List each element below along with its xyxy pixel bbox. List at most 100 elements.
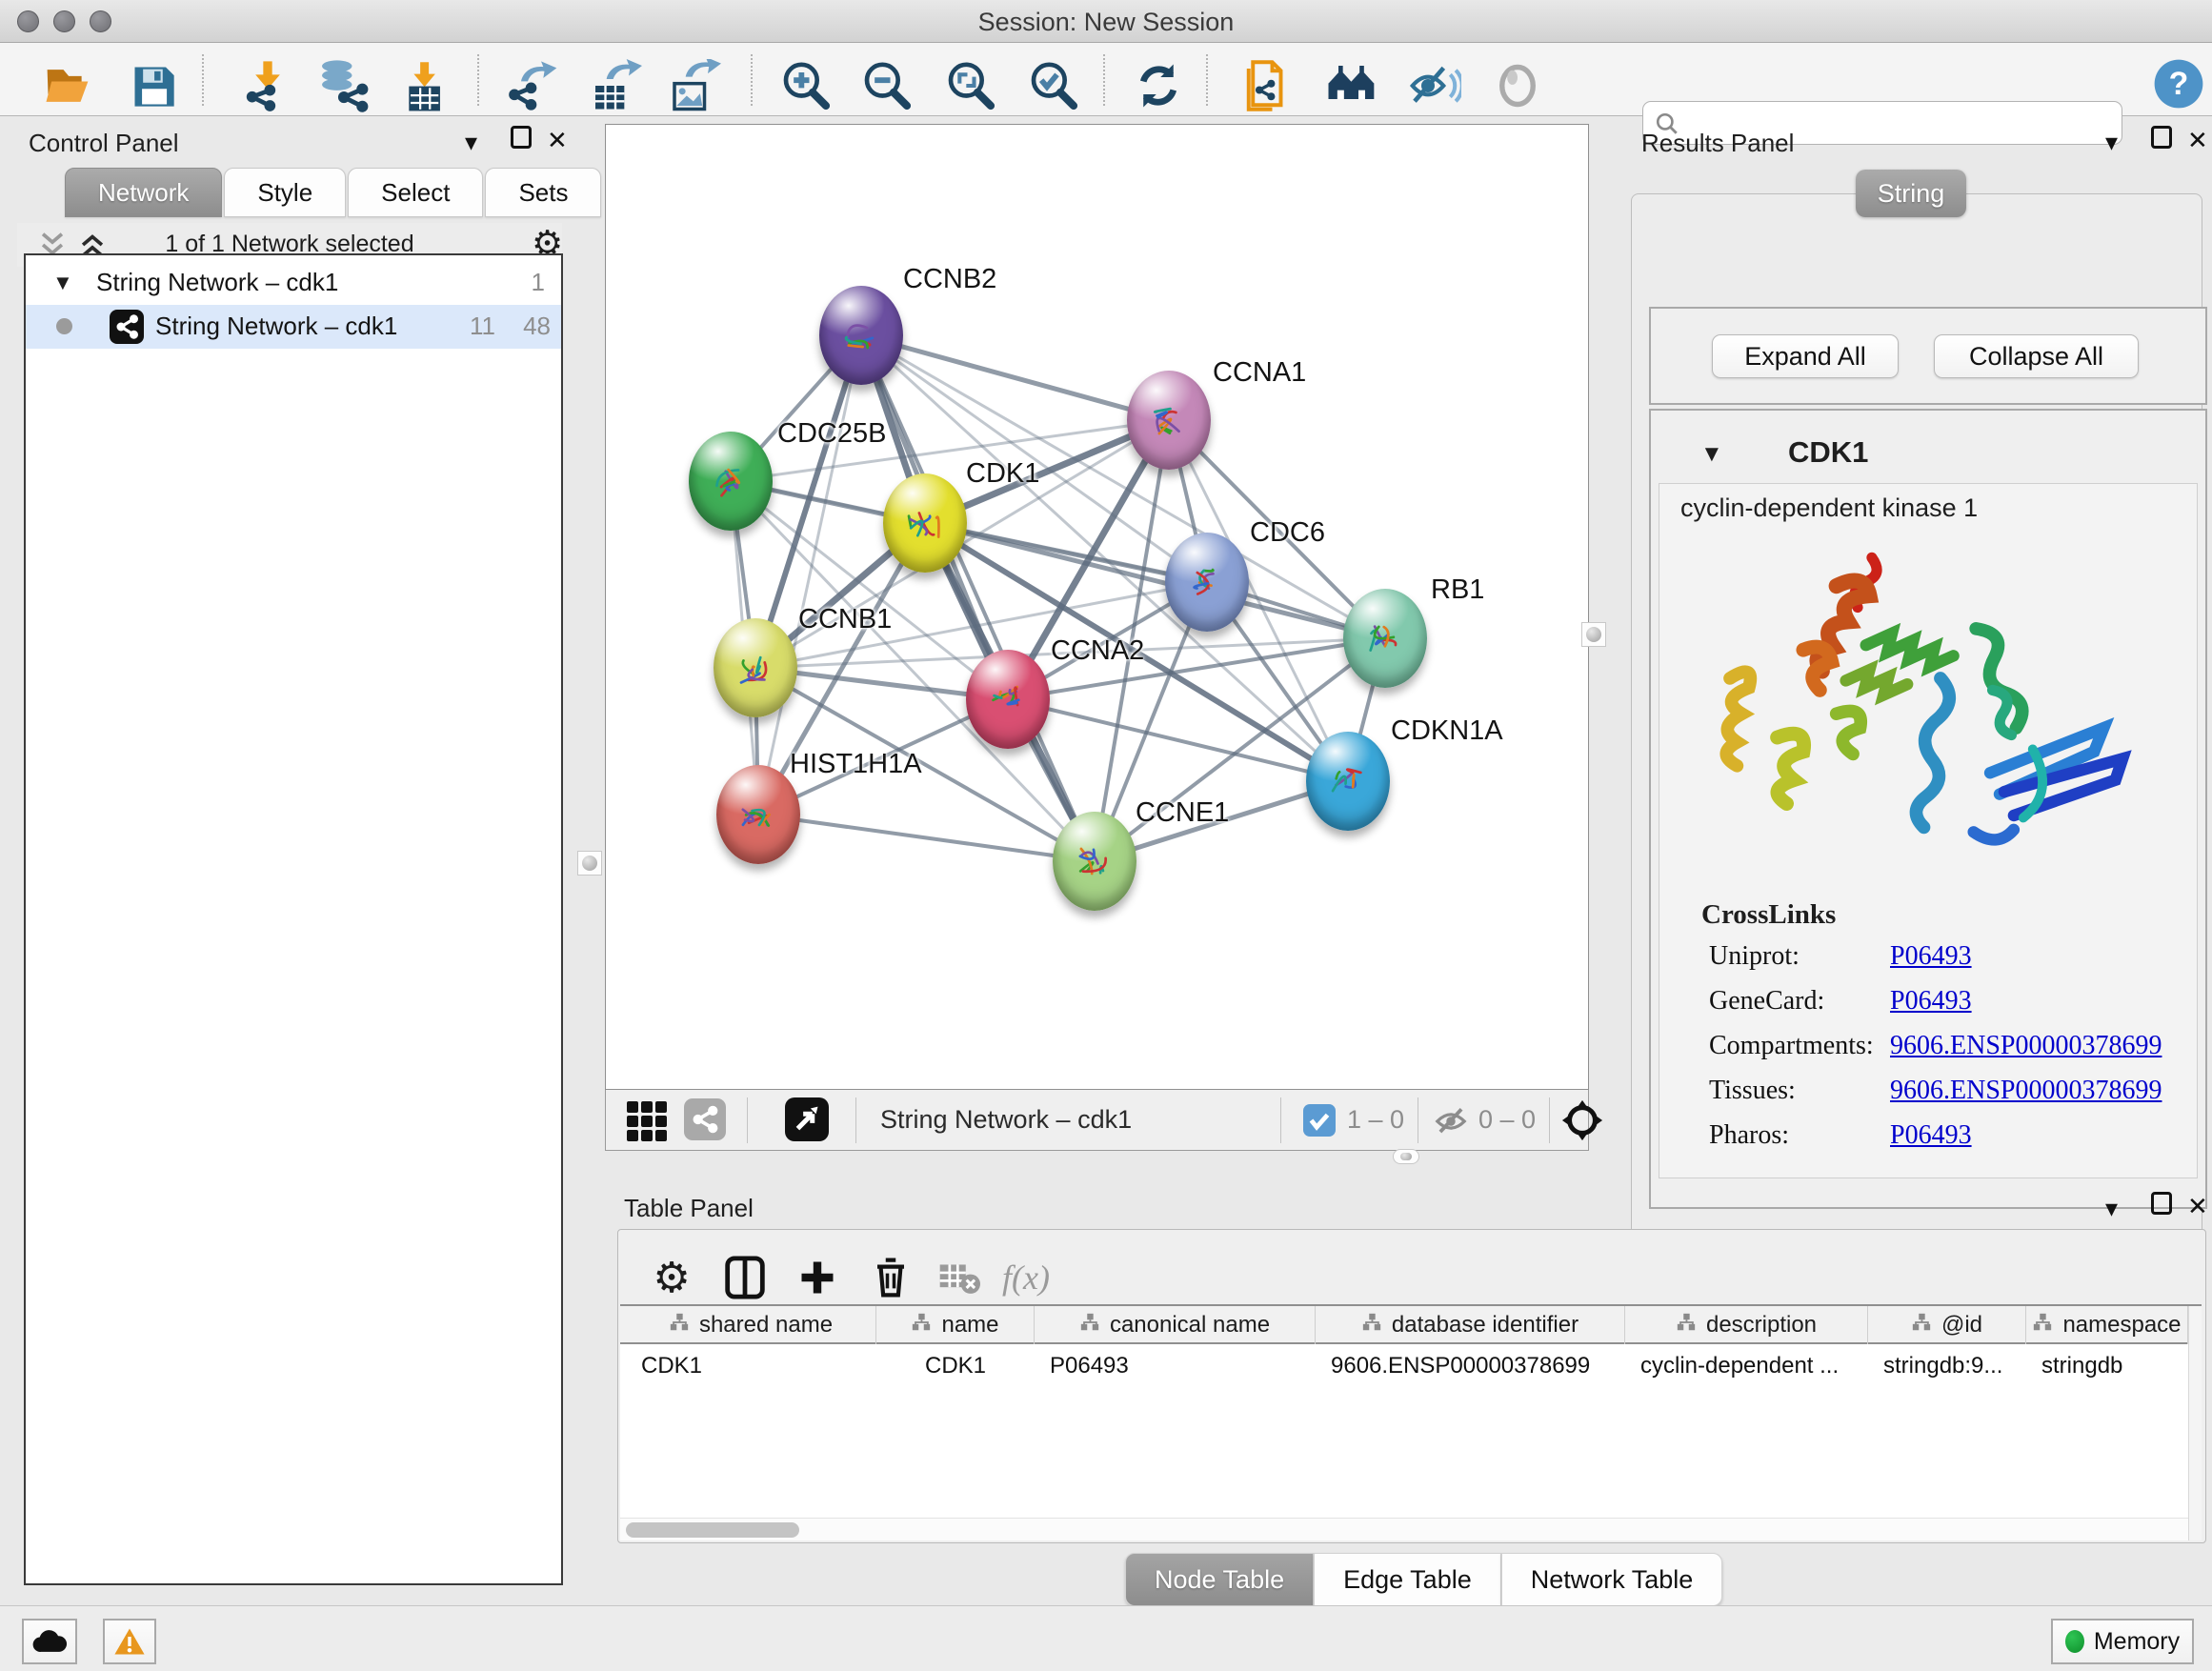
delete-column-icon[interactable] — [864, 1251, 917, 1304]
gray-sphere-icon[interactable] — [1488, 56, 1547, 115]
grid-view-icon[interactable] — [627, 1101, 667, 1141]
tab-edge-table[interactable]: Edge Table — [1314, 1553, 1501, 1606]
results-panel-collapse-icon[interactable]: ▾ — [2105, 128, 2118, 157]
hide-eye-icon[interactable] — [1405, 56, 1464, 115]
column-header--id[interactable]: @id — [1868, 1306, 2026, 1344]
network-node-ccna2[interactable] — [966, 650, 1050, 749]
crosslink-link[interactable]: P06493 — [1890, 1120, 1972, 1151]
network-node-ccna1[interactable] — [1127, 371, 1211, 470]
tab-style[interactable]: Style — [224, 168, 346, 217]
refresh-layout-icon[interactable] — [1129, 56, 1188, 115]
import-network-database-icon[interactable] — [314, 56, 373, 115]
network-node-ccnb2[interactable] — [819, 286, 903, 385]
cloud-button[interactable] — [22, 1619, 77, 1664]
network-node-rb1[interactable] — [1343, 589, 1427, 688]
crosshair-icon[interactable] — [1560, 1098, 1604, 1147]
results-panel-title: Results Panel — [1641, 129, 1794, 158]
protein-thumbnail — [1068, 833, 1121, 888]
birdseye-view-icon[interactable] — [785, 1097, 829, 1141]
import-network-file-icon[interactable] — [238, 56, 297, 115]
save-session-icon[interactable] — [124, 56, 183, 115]
expand-all-button[interactable]: Expand All — [1712, 334, 1899, 378]
protein-thumbnail — [704, 453, 757, 508]
tree-expand-icon[interactable]: ▼ — [52, 271, 73, 295]
show-columns-icon[interactable] — [718, 1251, 772, 1304]
network-node-cdk1[interactable] — [883, 473, 967, 573]
node-label-rb1: RB1 — [1431, 574, 1484, 606]
crosslink-link[interactable]: P06493 — [1890, 941, 1972, 972]
memory-button[interactable]: Memory — [2051, 1619, 2194, 1664]
table-panel-float-icon[interactable] — [2151, 1192, 2172, 1221]
export-image-icon[interactable] — [665, 56, 724, 115]
network-row-selected[interactable]: String Network – cdk1 11 48 — [26, 305, 561, 349]
add-column-icon[interactable] — [791, 1251, 844, 1304]
control-panel-close-icon[interactable]: ✕ — [547, 126, 568, 155]
right-splitter-handle[interactable] — [1581, 622, 1606, 647]
column-header-canonical-name[interactable]: canonical name — [1035, 1306, 1316, 1344]
protein-thumbnail — [732, 786, 785, 841]
selected-checkbox-icon[interactable] — [1303, 1104, 1336, 1137]
results-panel-float-icon[interactable] — [2151, 126, 2172, 155]
warning-button[interactable] — [103, 1619, 156, 1664]
network-collection-row[interactable]: ▼ String Network – cdk1 1 — [26, 261, 561, 305]
column-header-namespace[interactable]: namespace — [2026, 1306, 2188, 1344]
column-header-shared-name[interactable]: shared name — [626, 1306, 876, 1344]
column-header-database-identifier[interactable]: database identifier — [1316, 1306, 1625, 1344]
zoom-fit-icon[interactable] — [941, 56, 1000, 115]
network-node-cdc6[interactable] — [1165, 533, 1249, 632]
export-network-icon[interactable] — [505, 56, 564, 115]
hidden-eye-icon[interactable] — [1433, 1103, 1469, 1144]
tab-string[interactable]: String — [1856, 170, 1966, 217]
left-splitter-handle[interactable] — [577, 851, 602, 876]
column-hierarchy-icon — [1676, 1312, 1697, 1339]
help-icon[interactable]: ? — [2149, 54, 2208, 113]
crosslink-row: Compartments:9606.ENSP00000378699 — [1659, 1031, 2197, 1076]
toolbar-separator — [751, 54, 753, 106]
section-collapse-icon[interactable]: ▼ — [1700, 441, 1723, 468]
import-table-icon[interactable] — [398, 56, 457, 115]
share-view-icon[interactable] — [684, 1098, 726, 1140]
memory-status-dot — [2065, 1630, 2084, 1653]
export-table-icon[interactable] — [586, 56, 645, 115]
formula-fx-icon[interactable]: f(x) — [999, 1251, 1053, 1304]
zoom-selected-icon[interactable] — [1024, 56, 1083, 115]
control-panel: Control Panel ▾ ✕ NetworkStyleSelectSets… — [8, 124, 570, 1596]
network-node-cdc25b[interactable] — [689, 432, 773, 531]
table-horizontal-scrollbar[interactable] — [620, 1518, 2188, 1540]
table-vertical-scrollbar[interactable] — [2188, 1306, 2202, 1540]
tab-select[interactable]: Select — [348, 168, 483, 217]
table-panel-close-icon[interactable]: ✕ — [2187, 1192, 2208, 1221]
homes-icon[interactable] — [1322, 56, 1381, 115]
tab-network-table[interactable]: Network Table — [1501, 1553, 1723, 1606]
delete-table-icon[interactable] — [933, 1251, 986, 1304]
table-cell: CDK1 — [876, 1348, 1035, 1384]
table-cell: 9606.ENSP00000378699 — [1316, 1348, 1625, 1384]
zoom-out-icon[interactable] — [857, 56, 916, 115]
zoom-in-icon[interactable] — [776, 56, 835, 115]
results-panel-close-icon[interactable]: ✕ — [2187, 126, 2208, 155]
network-node-ccnb1[interactable] — [714, 618, 797, 717]
control-panel-float-icon[interactable] — [511, 126, 532, 155]
node-label-ccnb2: CCNB2 — [903, 264, 996, 295]
open-session-icon[interactable] — [38, 56, 97, 115]
collapse-all-button[interactable]: Collapse All — [1934, 334, 2139, 378]
network-canvas[interactable]: CCNB2CCNA1CDC25BCDK1CDC6RB1CCNB1CCNA2CDK… — [605, 124, 1589, 1090]
share-document-icon[interactable] — [1238, 56, 1297, 115]
crosslink-link[interactable]: 9606.ENSP00000378699 — [1890, 1076, 2162, 1106]
column-header-description[interactable]: description — [1625, 1306, 1868, 1344]
table-panel-collapse-icon[interactable]: ▾ — [2105, 1194, 2118, 1223]
control-panel-collapse-icon[interactable]: ▾ — [465, 128, 477, 157]
network-node-ccne1[interactable] — [1053, 812, 1136, 911]
tab-node-table[interactable]: Node Table — [1125, 1553, 1314, 1606]
table-settings-gear-icon[interactable]: ⚙ — [645, 1251, 698, 1304]
tab-sets[interactable]: Sets — [485, 168, 601, 217]
network-node-cdkn1a[interactable] — [1306, 732, 1390, 831]
table-cell: stringdb — [2026, 1348, 2188, 1384]
tab-network[interactable]: Network — [65, 168, 222, 217]
column-header-name[interactable]: name — [876, 1306, 1035, 1344]
protein-thumbnail — [898, 494, 952, 550]
bottom-splitter-handle[interactable] — [1393, 1149, 1419, 1164]
crosslink-link[interactable]: 9606.ENSP00000378699 — [1890, 1031, 2162, 1061]
network-node-hist1h1a[interactable] — [716, 765, 800, 864]
crosslink-link[interactable]: P06493 — [1890, 986, 1972, 1017]
